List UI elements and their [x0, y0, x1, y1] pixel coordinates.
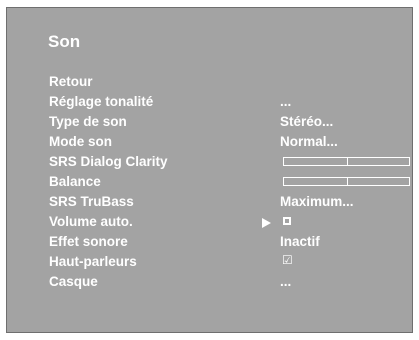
- menu-item-balance[interactable]: Balance: [7, 172, 412, 192]
- menu-item-label: Réglage tonalité: [49, 94, 154, 109]
- menu-item-label: SRS TruBass: [49, 194, 134, 209]
- menu-item-haut-parleurs[interactable]: Haut-parleurs ☑: [7, 252, 412, 272]
- menu-item-value: ...: [280, 94, 292, 109]
- menu-item-value: Stéréo...: [280, 114, 334, 129]
- menu-item-value: Maximum...: [280, 194, 354, 209]
- slider-center-tick: [346, 158, 348, 165]
- play-arrow-icon: [262, 218, 271, 228]
- menu-title: Son: [48, 32, 81, 51]
- menu-item-srs-trubass[interactable]: SRS TruBass Maximum...: [7, 192, 412, 212]
- menu-item-effet-sonore[interactable]: Effet sonore Inactif: [7, 232, 412, 252]
- menu-item-label: Haut-parleurs: [49, 254, 137, 269]
- slider-center-tick: [346, 178, 348, 185]
- menu-item-label: Effet sonore: [49, 234, 128, 249]
- sound-menu: Retour Réglage tonalité ... Type de son …: [7, 72, 412, 292]
- sound-menu-screen: Son Retour Réglage tonalité ... Type de …: [6, 7, 413, 333]
- menu-item-label: Casque: [49, 274, 98, 289]
- menu-item-label: Type de son: [49, 114, 127, 129]
- menu-item-label: Mode son: [49, 134, 112, 149]
- checkbox-empty-icon[interactable]: [283, 217, 291, 225]
- menu-item-value: Normal...: [280, 134, 338, 149]
- checkbox-checked-icon[interactable]: ☑: [282, 253, 293, 267]
- dialog-clarity-slider[interactable]: [283, 157, 410, 166]
- menu-item-casque[interactable]: Casque ...: [7, 272, 412, 292]
- menu-item-mode-son[interactable]: Mode son Normal...: [7, 132, 412, 152]
- menu-item-reglage-tonalite[interactable]: Réglage tonalité ...: [7, 92, 412, 112]
- menu-item-label: SRS Dialog Clarity: [49, 154, 168, 169]
- menu-item-value: Inactif: [280, 234, 320, 249]
- menu-item-label: Volume auto.: [49, 214, 133, 229]
- menu-item-value: ...: [280, 274, 292, 289]
- menu-item-retour[interactable]: Retour: [7, 72, 412, 92]
- menu-item-label: Balance: [49, 174, 101, 189]
- menu-item-label: Retour: [49, 74, 93, 89]
- menu-item-srs-dialog-clarity[interactable]: SRS Dialog Clarity: [7, 152, 412, 172]
- balance-slider[interactable]: [283, 177, 410, 186]
- menu-item-volume-auto[interactable]: Volume auto.: [7, 212, 412, 232]
- menu-item-type-de-son[interactable]: Type de son Stéréo...: [7, 112, 412, 132]
